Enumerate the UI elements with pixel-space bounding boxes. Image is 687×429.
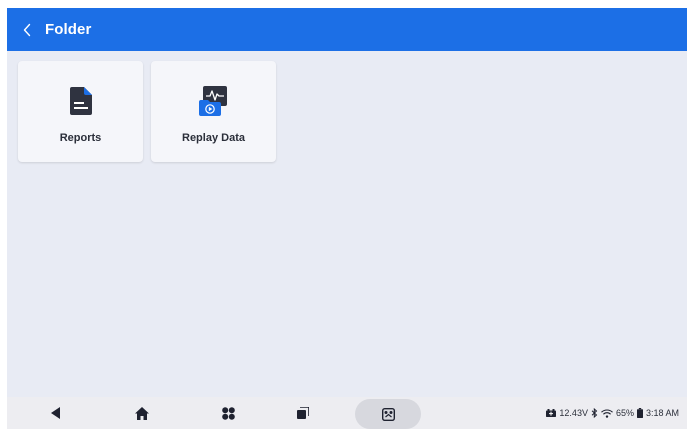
clock: 3:18 AM — [645, 408, 679, 418]
app-window: Folder Reports Replay Data 12.43V 65% 3:… — [7, 8, 687, 429]
document-icon — [64, 83, 98, 119]
nav-back-button[interactable] — [41, 397, 71, 429]
status-tray: 12.43V 65% 3:18 AM — [546, 397, 679, 429]
vci-button[interactable] — [355, 399, 421, 429]
car-battery-icon — [546, 409, 557, 417]
battery-percent: 65% — [615, 408, 634, 418]
system-nav-bar: 12.43V 65% 3:18 AM — [7, 397, 687, 429]
recents-icon — [297, 407, 309, 419]
triangle-back-icon — [51, 407, 60, 419]
nav-recents-button[interactable] — [288, 397, 318, 429]
bluetooth-icon — [591, 408, 598, 418]
folder-replay-data[interactable]: Replay Data — [151, 61, 276, 162]
apps-grid-icon — [221, 406, 235, 420]
nav-home-button[interactable] — [127, 397, 157, 429]
home-icon — [135, 406, 149, 420]
replay-data-icon — [197, 83, 231, 119]
nav-apps-button[interactable] — [213, 397, 243, 429]
folder-reports[interactable]: Reports — [18, 61, 143, 162]
folder-label: Reports — [59, 132, 102, 144]
voltage-readout: 12.43V — [559, 408, 588, 418]
page-title: Folder — [45, 21, 92, 38]
chevron-left-icon — [23, 23, 31, 36]
wifi-icon — [601, 408, 613, 418]
top-bar: Folder — [7, 8, 687, 51]
battery-icon — [636, 408, 643, 418]
back-button[interactable] — [11, 8, 43, 51]
folder-grid: Reports Replay Data — [18, 61, 276, 162]
vci-connector-icon — [381, 407, 395, 421]
folder-label: Replay Data — [182, 132, 245, 144]
